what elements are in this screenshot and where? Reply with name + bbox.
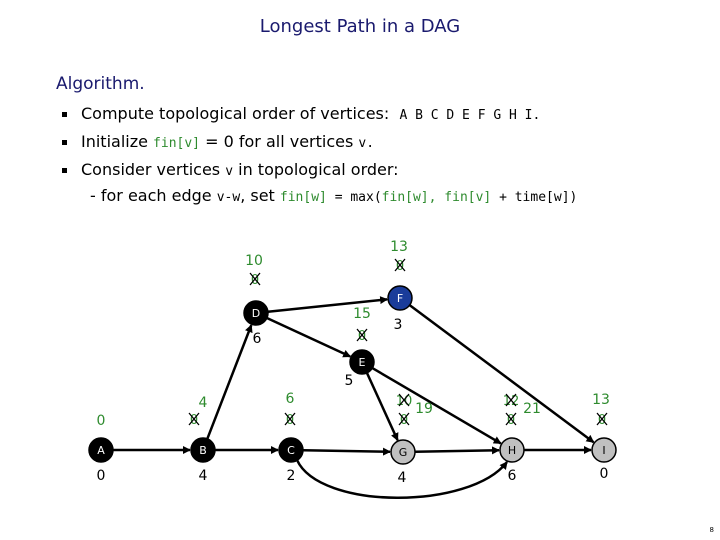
fin-current-H: 21 [523, 401, 541, 417]
node-label-D: D [252, 307, 260, 320]
node-label-A: A [97, 444, 105, 457]
page-number: 8 [709, 526, 714, 534]
edge-D-E [266, 316, 352, 358]
node-label-H: H [508, 444, 516, 457]
fin-current-I: 13 [592, 392, 610, 408]
fin-crossed-G: 10 [396, 394, 413, 409]
time-B: 4 [199, 468, 208, 484]
fin-current-F: 13 [390, 239, 408, 255]
fin-current-C: 6 [286, 391, 295, 407]
time-F: 3 [394, 317, 403, 333]
time-D: 6 [253, 331, 262, 347]
fin-current-E: 15 [353, 306, 371, 322]
fin-current-B: 4 [199, 395, 208, 411]
fin-crossed-H: 12 [503, 394, 520, 409]
time-C: 2 [287, 468, 296, 484]
fin-current-A: 0 [97, 413, 106, 429]
edge-C-G [302, 447, 392, 456]
edge-F-I [408, 304, 595, 444]
fin-current-G: 19 [415, 401, 433, 417]
time-I: 0 [600, 466, 609, 482]
node-label-E: E [359, 356, 366, 369]
node-label-B: B [199, 444, 207, 457]
node-label-C: C [287, 444, 295, 457]
edge-E-G [365, 372, 399, 442]
time-A: 0 [97, 468, 106, 484]
time-G: 4 [398, 470, 407, 486]
time-E: 5 [345, 373, 354, 389]
edge-G-H [414, 446, 501, 455]
node-label-F: F [397, 292, 403, 305]
fin-current-D: 10 [245, 253, 263, 269]
slide: { "title":"Longest Path in a DAG", "head… [0, 0, 720, 540]
dag-diagram: A00B440C260D6100E5150F3130G419100H621120… [88, 239, 617, 499]
node-label-I: I [602, 444, 605, 457]
edge-B-D [206, 324, 253, 440]
node-label-G: G [399, 446, 408, 459]
time-H: 6 [508, 468, 517, 484]
edge-E-H [371, 366, 502, 445]
